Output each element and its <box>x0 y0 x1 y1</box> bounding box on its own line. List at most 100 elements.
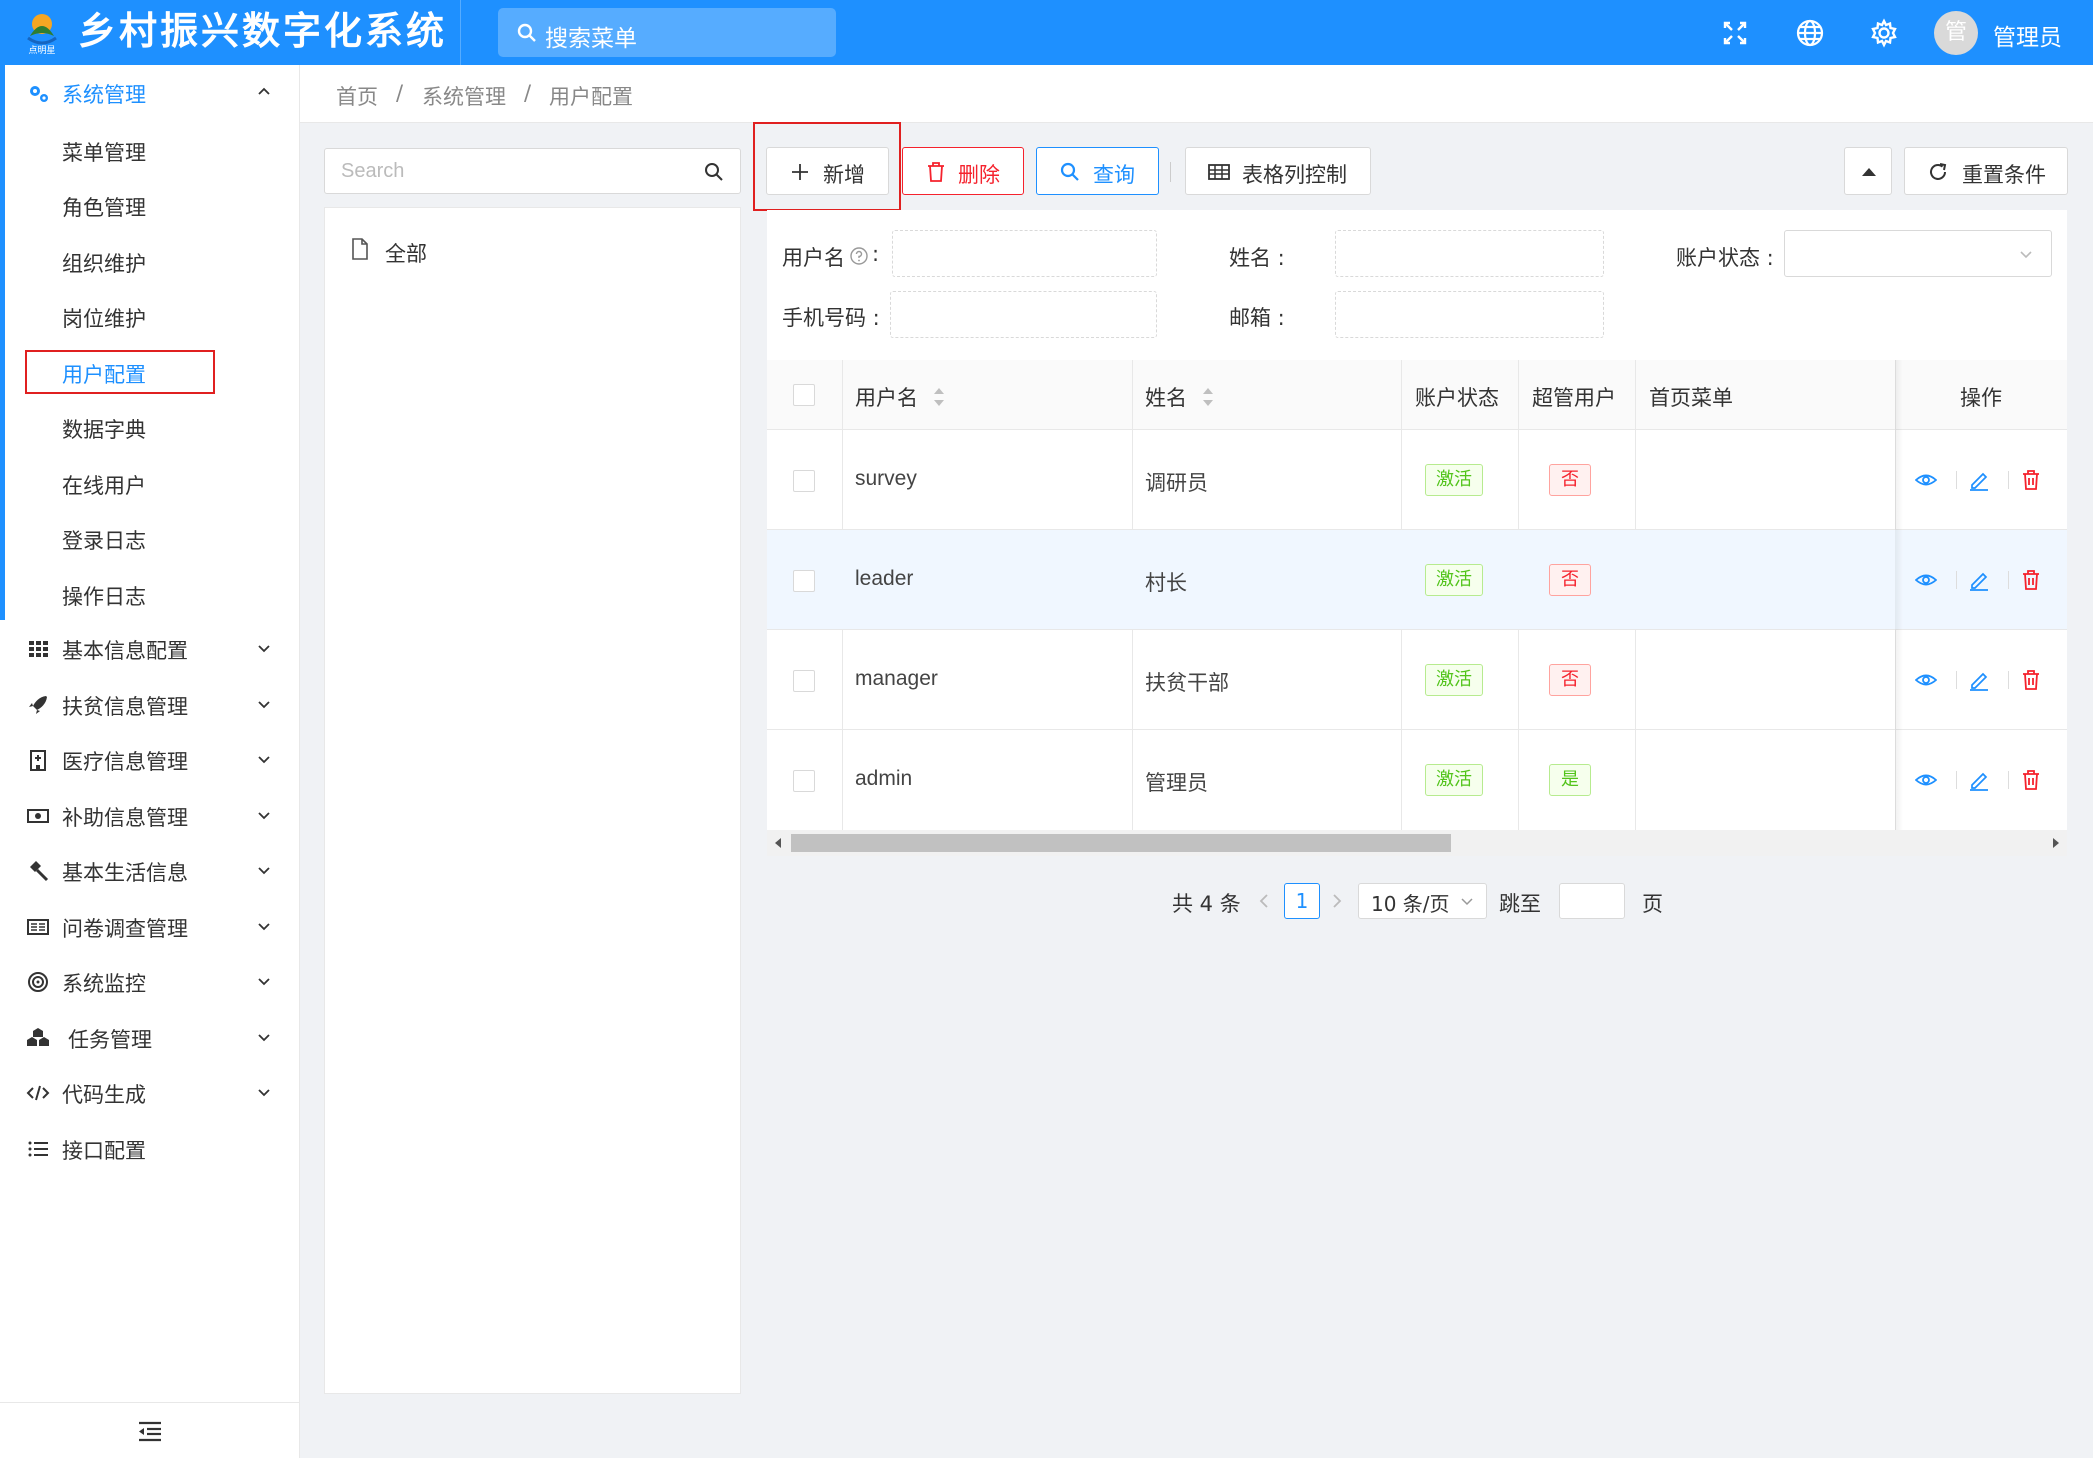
scrollbar-thumb[interactable] <box>791 834 1451 852</box>
email-filter-input[interactable] <box>1335 291 1604 338</box>
sidebar-item-post[interactable]: 岗位维护 <box>62 303 146 333</box>
row-checkbox[interactable] <box>793 670 815 692</box>
view-eye-icon[interactable] <box>1915 469 1937 491</box>
user-avatar[interactable]: 管 <box>1934 11 1978 55</box>
refresh-icon <box>1930 163 1947 180</box>
breadcrumb-home[interactable]: 首页 <box>336 81 378 111</box>
sidebar-group-api[interactable]: 接口配置 <box>0 1129 300 1169</box>
edit-icon[interactable] <box>1968 569 1990 591</box>
super-user-badge: 是 <box>1549 764 1591 796</box>
sidebar-item-role[interactable]: 角色管理 <box>62 192 146 222</box>
prev-page-icon[interactable] <box>1257 892 1271 910</box>
collapse-filter-button[interactable] <box>1844 147 1892 195</box>
sidebar-group-monitor[interactable]: 系统监控 <box>0 962 300 1002</box>
header-name[interactable]: 姓名 <box>1145 382 1187 412</box>
edit-icon[interactable] <box>1968 769 1990 791</box>
view-eye-icon[interactable] <box>1915 569 1937 591</box>
language-globe-icon[interactable] <box>1795 18 1825 48</box>
sidebar-item-online-users[interactable]: 在线用户 <box>62 470 146 500</box>
table-row[interactable]: survey 调研员 激活 否 <box>767 430 2067 530</box>
page-1-button[interactable]: 1 <box>1284 883 1320 919</box>
sidebar-group-subsidy[interactable]: 补助信息管理 <box>0 796 300 836</box>
status-badge: 激活 <box>1425 664 1483 696</box>
rocket-icon <box>29 696 47 714</box>
name-filter-input[interactable] <box>1335 230 1604 277</box>
logo-caption: 点明星 <box>28 46 56 56</box>
status-filter-select[interactable] <box>1784 230 2052 277</box>
cell-username: leader <box>855 567 914 590</box>
toolbar-divider <box>1170 162 1171 182</box>
add-button[interactable]: 新增 <box>766 147 889 195</box>
view-eye-icon[interactable] <box>1915 769 1937 791</box>
sidebar-collapse-toggle[interactable] <box>0 1402 300 1458</box>
sidebar-item-dict[interactable]: 数据字典 <box>62 414 146 444</box>
query-button-label: 查询 <box>1093 163 1135 187</box>
sidebar-item-org[interactable]: 组织维护 <box>62 248 146 278</box>
sidebar-group-basic-info[interactable]: 基本信息配置 <box>0 629 300 669</box>
row-checkbox[interactable] <box>793 770 815 792</box>
sidebar-item-op-log[interactable]: 操作日志 <box>62 581 146 611</box>
query-button[interactable]: 查询 <box>1036 147 1159 195</box>
sort-icon[interactable] <box>1202 386 1214 408</box>
sidebar-item-login-log[interactable]: 登录日志 <box>62 525 146 555</box>
action-divider <box>2008 471 2009 489</box>
search-icon <box>1060 162 1079 181</box>
username-filter-input[interactable] <box>892 230 1157 277</box>
row-checkbox[interactable] <box>793 570 815 592</box>
sidebar-group-system[interactable]: 系统管理 <box>0 73 300 113</box>
scroll-left-arrow-icon[interactable] <box>773 837 783 849</box>
delete-trash-icon[interactable] <box>2020 469 2042 491</box>
sidebar-group-poverty[interactable]: 扶贫信息管理 <box>0 685 300 725</box>
reset-button-label: 重置条件 <box>1962 163 2046 187</box>
sidebar-item-menu[interactable]: 菜单管理 <box>62 137 146 167</box>
status-filter-label: 账户状态 : <box>1676 246 1774 270</box>
reset-button[interactable]: 重置条件 <box>1904 147 2068 195</box>
row-checkbox[interactable] <box>793 470 815 492</box>
action-divider <box>1956 671 1957 689</box>
column-control-button[interactable]: 表格列控制 <box>1185 147 1371 195</box>
edit-icon[interactable] <box>1968 469 1990 491</box>
table-row[interactable]: admin 管理员 激活 是 <box>767 730 2067 830</box>
sidebar-group-tasks[interactable]: 任务管理 <box>0 1018 300 1058</box>
jump-page-input[interactable] <box>1559 883 1625 919</box>
sidebar-group-label: 系统管理 <box>62 83 146 107</box>
sidebar-group-codegen[interactable]: 代码生成 <box>0 1073 300 1113</box>
sidebar-group-medical[interactable]: 医疗信息管理 <box>0 740 300 780</box>
chevron-down-icon <box>258 923 270 931</box>
fullscreen-icon[interactable] <box>1720 18 1750 48</box>
settings-gear-icon[interactable] <box>1869 18 1899 48</box>
phone-filter-input[interactable] <box>890 291 1157 338</box>
delete-trash-icon[interactable] <box>2020 669 2042 691</box>
sidebar-group-label: 任务管理 <box>68 1028 152 1052</box>
sidebar-group-label: 医疗信息管理 <box>62 750 188 774</box>
tree-search-placeholder: Search <box>341 160 405 182</box>
tree-search-input[interactable]: Search <box>324 148 741 194</box>
delete-button[interactable]: 删除 <box>902 147 1024 195</box>
sort-icon[interactable] <box>933 386 945 408</box>
select-all-checkbox[interactable] <box>793 384 815 406</box>
header-super: 超管用户 <box>1532 386 1616 410</box>
horizontal-scrollbar[interactable] <box>767 830 2067 856</box>
user-name[interactable]: 管理员 <box>1993 18 2062 52</box>
delete-trash-icon[interactable] <box>2020 569 2042 591</box>
page-size-select[interactable]: 10 条/页 <box>1358 883 1487 919</box>
delete-trash-icon[interactable] <box>2020 769 2042 791</box>
table-row[interactable]: manager 扶贫干部 激活 否 <box>767 630 2067 730</box>
chevron-down-icon <box>1461 898 1473 906</box>
sidebar-group-label: 扶贫信息管理 <box>62 695 188 719</box>
edit-icon[interactable] <box>1968 669 1990 691</box>
sidebar-group-survey[interactable]: 问卷调查管理 <box>0 907 300 947</box>
next-page-icon[interactable] <box>1330 892 1344 910</box>
breadcrumb-section[interactable]: 系统管理 <box>422 81 506 111</box>
header-home-menu: 首页菜单 <box>1649 386 1733 410</box>
sidebar-group-label: 基本生活信息 <box>62 861 188 885</box>
scroll-right-arrow-icon[interactable] <box>2051 837 2061 849</box>
view-eye-icon[interactable] <box>1915 669 1937 691</box>
menu-search[interactable]: 搜索菜单 <box>498 8 836 57</box>
header-username[interactable]: 用户名 <box>855 382 918 412</box>
sidebar-group-living[interactable]: 基本生活信息 <box>0 851 300 891</box>
sidebar-item-user-config[interactable]: 用户配置 <box>62 359 146 389</box>
question-circle-icon[interactable] <box>849 246 869 266</box>
cell-username: manager <box>855 667 938 690</box>
table-row[interactable]: leader 村长 激活 否 <box>767 530 2067 630</box>
